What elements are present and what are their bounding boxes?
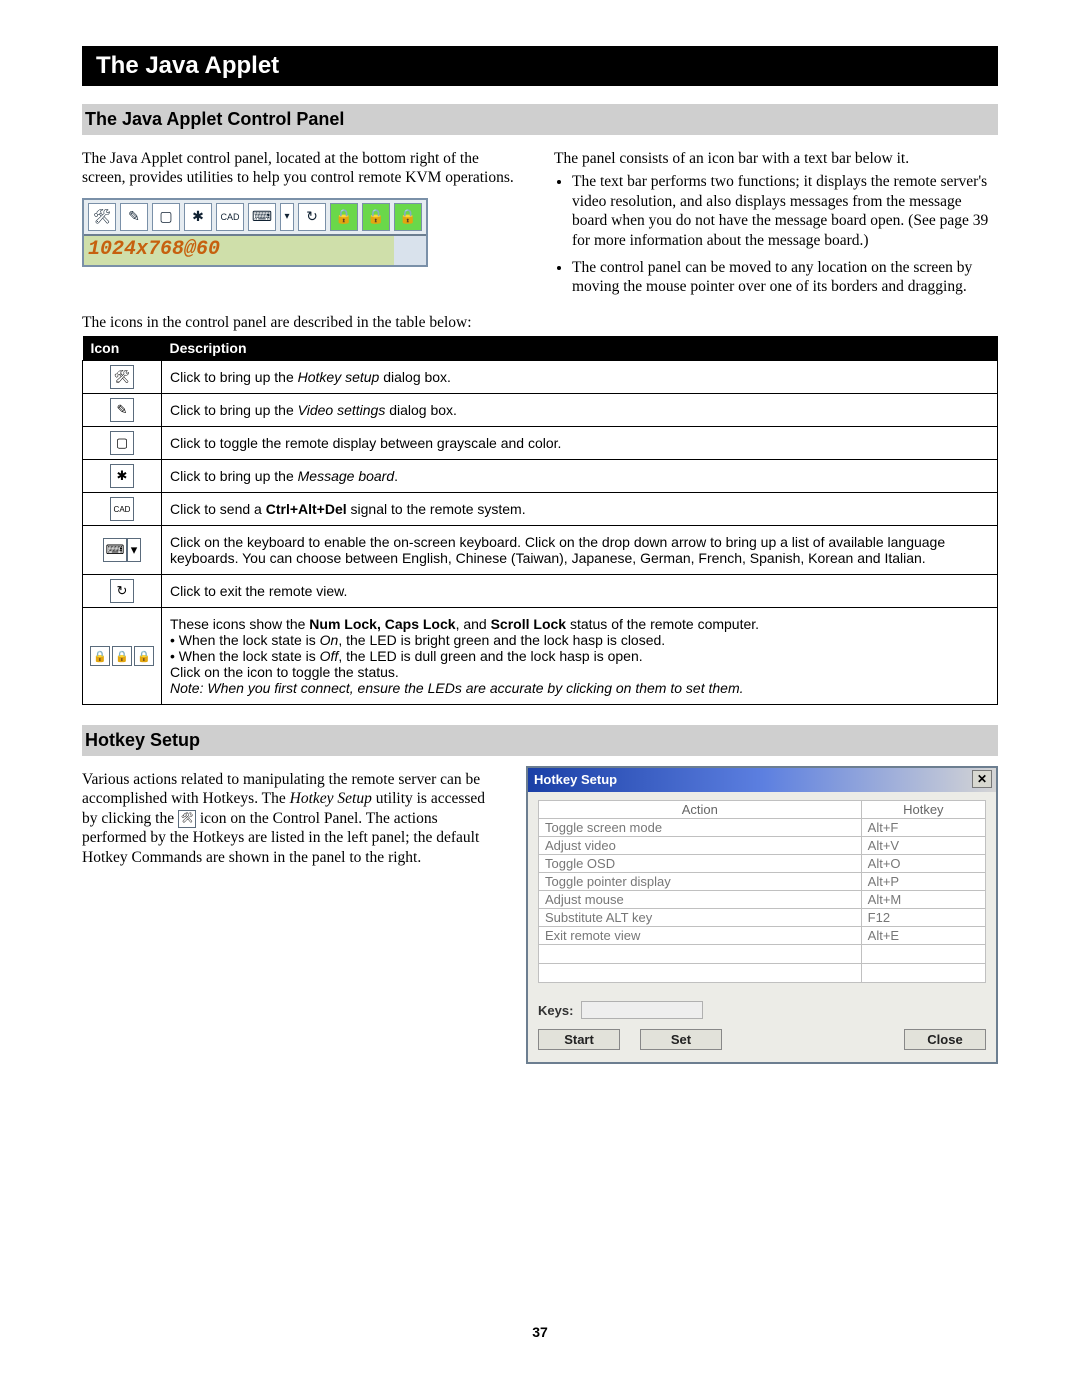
message-board-icon: ✱: [184, 203, 212, 231]
hotkey-row[interactable]: Toggle screen modeAlt+F: [539, 819, 986, 837]
icon-cell: CAD: [83, 493, 162, 526]
hotkey-key: Alt+M: [861, 891, 985, 909]
table-icon: ↻: [110, 579, 134, 603]
icon-cell: 🛠: [83, 361, 162, 394]
chapter-title: The Java Applet: [82, 46, 998, 86]
hotkey-paragraph: Various actions related to manipulating …: [82, 770, 502, 867]
description-cell: Click to exit the remote view.: [162, 575, 998, 608]
hotkey-row[interactable]: Exit remote viewAlt+E: [539, 927, 986, 945]
set-button[interactable]: Set: [640, 1029, 722, 1050]
hk-th-hotkey: Hotkey: [861, 801, 985, 819]
close-button[interactable]: Close: [904, 1029, 986, 1050]
intro-two-column: The Java Applet control panel, located a…: [82, 145, 998, 305]
section-heading-hotkey-setup: Hotkey Setup: [82, 725, 998, 756]
keyboard-dropdown-icon: ▾: [280, 203, 294, 231]
page-number: 37: [82, 1324, 998, 1340]
hotkey-key: Alt+O: [861, 855, 985, 873]
table-lead-paragraph: The icons in the control panel are descr…: [82, 313, 998, 332]
hk-th-action: Action: [539, 801, 862, 819]
table-icon: 🛠: [110, 365, 134, 389]
hotkey-action: Toggle screen mode: [539, 819, 862, 837]
hotkey-row[interactable]: Substitute ALT keyF12: [539, 909, 986, 927]
hotkey-action: Substitute ALT key: [539, 909, 862, 927]
bullet-text-bar: The text bar performs two functions; it …: [572, 172, 998, 250]
description-cell: Click to bring up the Message board.: [162, 460, 998, 493]
video-settings-icon: ✎: [120, 203, 148, 231]
lock-status-icon: 🔒: [90, 646, 110, 666]
icon-cell: ↻: [83, 575, 162, 608]
th-icon: Icon: [83, 336, 162, 361]
icon-cell: ✱: [83, 460, 162, 493]
keys-input[interactable]: [581, 1001, 703, 1019]
icon-cell: 🔒🔒🔒: [83, 608, 162, 705]
caps-lock-icon: 🔒: [362, 203, 390, 231]
table-icon: ✎: [110, 398, 134, 422]
hotkey-window-titlebar: Hotkey Setup ✕: [528, 768, 996, 792]
hotkey-row[interactable]: Adjust mouseAlt+M: [539, 891, 986, 909]
table-icon: CAD: [110, 497, 134, 521]
intro-right-bullets: The text bar performs two functions; it …: [554, 172, 998, 296]
table-icon: ▢: [110, 431, 134, 455]
chevron-down-icon: ▾: [127, 538, 141, 562]
hotkey-row[interactable]: Toggle pointer displayAlt+P: [539, 873, 986, 891]
hotkey-action: Exit remote view: [539, 927, 862, 945]
icon-cell: ▢: [83, 427, 162, 460]
description-cell: Click on the keyboard to enable the on-s…: [162, 526, 998, 575]
icon-cell: ✎: [83, 394, 162, 427]
description-cell: Click to send a Ctrl+Alt+Del signal to t…: [162, 493, 998, 526]
lock-status-icon: 🔒: [134, 646, 154, 666]
th-description: Description: [162, 336, 998, 361]
hotkey-key: Alt+P: [861, 873, 985, 891]
intro-left-paragraph: The Java Applet control panel, located a…: [82, 149, 526, 188]
icon-description-table: Icon Description 🛠 Click to bring up the …: [82, 336, 998, 705]
hotkey-key: Alt+V: [861, 837, 985, 855]
description-cell: These icons show the Num Lock, Caps Lock…: [162, 608, 998, 705]
hotkey-action: Toggle OSD: [539, 855, 862, 873]
bullet-move-panel: The control panel can be moved to any lo…: [572, 258, 998, 297]
table-icon: ✱: [110, 464, 134, 488]
intro-right-paragraph: The panel consists of an icon bar with a…: [554, 149, 998, 168]
hotkey-window-title: Hotkey Setup: [534, 772, 617, 787]
hotkey-setup-window: Hotkey Setup ✕ Action Hotkey Toggle scre…: [526, 766, 998, 1064]
icon-cell: ⌨▾: [83, 526, 162, 575]
num-lock-icon: 🔒: [330, 203, 358, 231]
hotkey-row[interactable]: Adjust videoAlt+V: [539, 837, 986, 855]
hotkey-inline-icon: 🛠: [178, 810, 196, 828]
grayscale-toggle-icon: ▢: [152, 203, 180, 231]
control-panel-status-text: 1024x768@60: [84, 236, 394, 265]
control-panel-mock: 🛠 ✎ ▢ ✱ CAD ⌨ ▾ ↻ 🔒 🔒 🔒 1024x768@60: [82, 198, 428, 267]
control-panel-toolbar: 🛠 ✎ ▢ ✱ CAD ⌨ ▾ ↻ 🔒 🔒 🔒: [84, 200, 426, 236]
hotkey-key: Alt+E: [861, 927, 985, 945]
description-cell: Click to toggle the remote display betwe…: [162, 427, 998, 460]
scroll-lock-icon: 🔒: [394, 203, 422, 231]
keys-label: Keys:: [538, 1003, 573, 1018]
section-heading-control-panel: The Java Applet Control Panel: [82, 104, 998, 135]
hotkey-action: Adjust video: [539, 837, 862, 855]
ctrl-alt-del-icon: CAD: [216, 203, 244, 231]
hk-para-b: Hotkey Setup: [290, 790, 372, 807]
keyboard-icon: ⌨: [248, 203, 276, 231]
hotkey-key: Alt+F: [861, 819, 985, 837]
close-icon[interactable]: ✕: [972, 770, 992, 788]
start-button[interactable]: Start: [538, 1029, 620, 1050]
hotkey-action: Adjust mouse: [539, 891, 862, 909]
hotkey-key: F12: [861, 909, 985, 927]
keyboard-icon: ⌨: [103, 538, 127, 562]
exit-icon: ↻: [298, 203, 326, 231]
page: The Java Applet The Java Applet Control …: [0, 0, 1080, 1380]
hotkey-row[interactable]: Toggle OSDAlt+O: [539, 855, 986, 873]
lock-status-icon: 🔒: [112, 646, 132, 666]
hotkey-action: Toggle pointer display: [539, 873, 862, 891]
hotkey-table: Action Hotkey Toggle screen modeAlt+FAdj…: [538, 800, 986, 983]
hotkey-setup-icon: 🛠: [88, 203, 116, 231]
description-cell: Click to bring up the Hotkey setup dialo…: [162, 361, 998, 394]
description-cell: Click to bring up the Video settings dia…: [162, 394, 998, 427]
